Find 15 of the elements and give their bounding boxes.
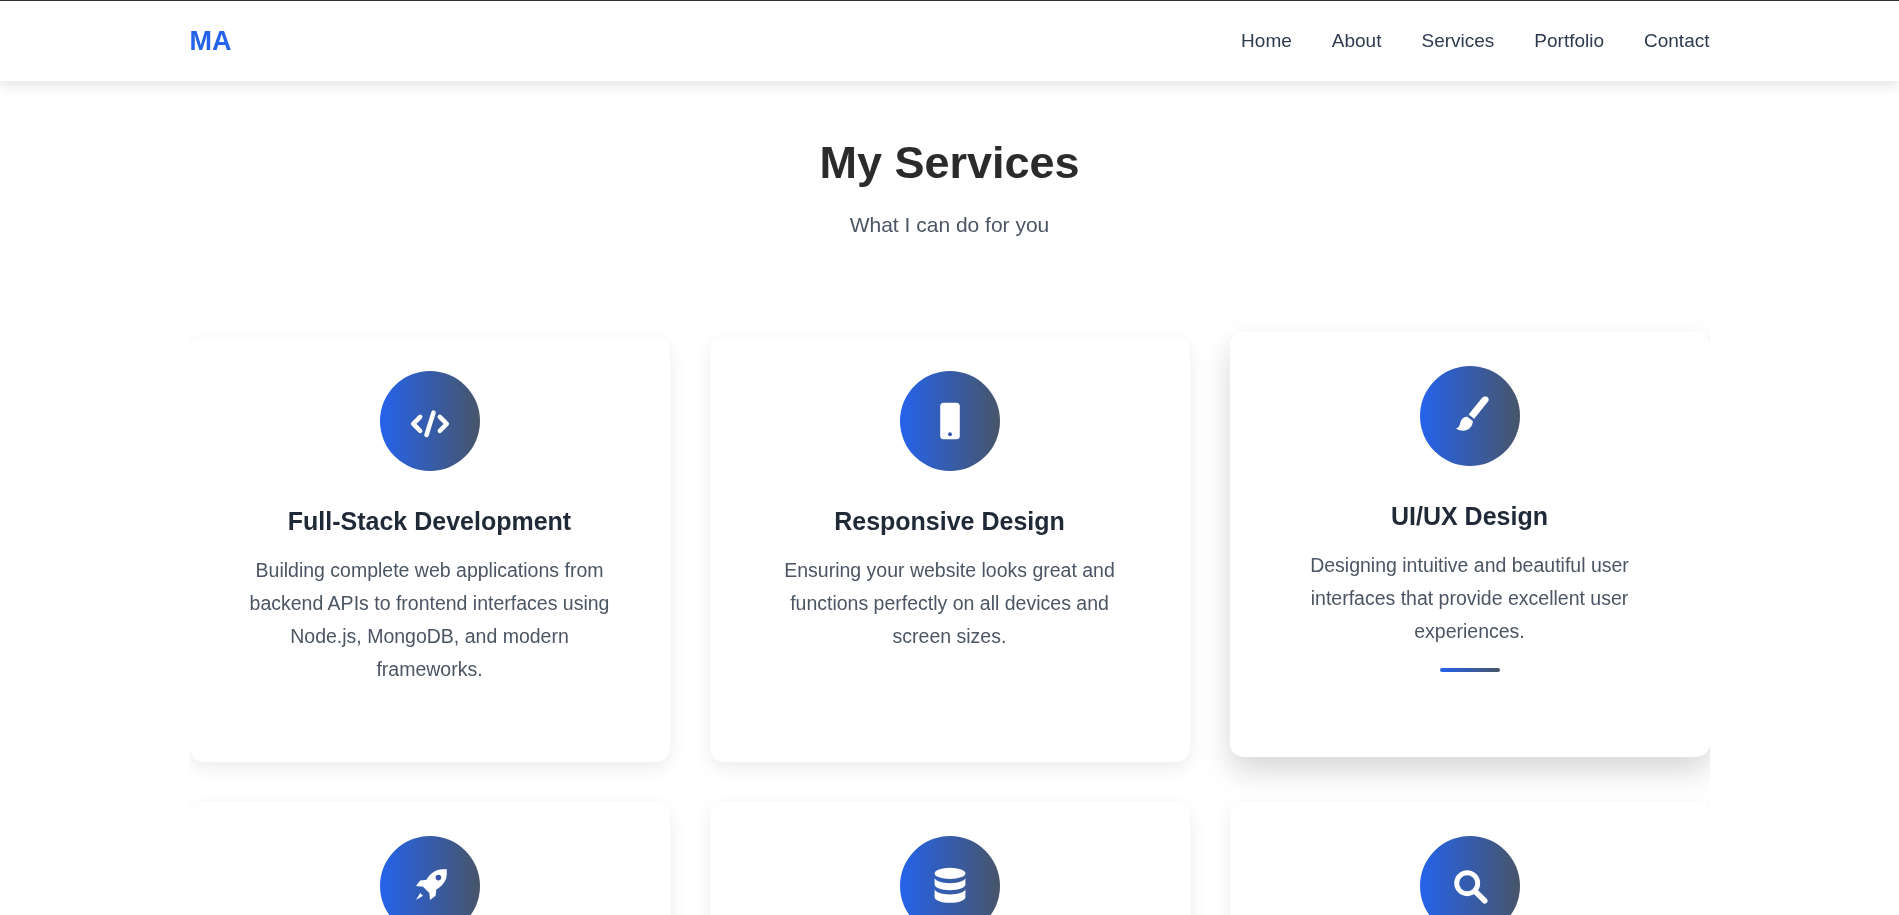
card-title: Full-Stack Development bbox=[287, 507, 572, 536]
card-description: Building complete web applications from backend APIs to frontend interfaces using Node.js, MongoDB, and modern frameworks. bbox=[248, 558, 611, 682]
card-description: Ensuring your website looks great and functions perfectly on all devices and screen sizes. bbox=[783, 558, 1116, 649]
card-title: UI/UX Design bbox=[1391, 502, 1548, 531]
logo[interactable]: MA bbox=[189, 25, 232, 57]
underline-bar bbox=[1439, 668, 1500, 672]
card-title: Responsive Design bbox=[834, 507, 1065, 536]
nav-link[interactable]: About bbox=[1331, 30, 1382, 52]
section-title: My Services bbox=[818, 137, 1081, 189]
section-subtitle: What I can do for you bbox=[848, 213, 1051, 237]
card-description: Designing intuitive and beautiful user interfaces that provide excellent user experiences. bbox=[1309, 553, 1630, 644]
nav-link[interactable]: Portfolio bbox=[1534, 30, 1604, 52]
nav-link[interactable]: Contact bbox=[1644, 30, 1710, 52]
nav-link[interactable]: Services bbox=[1421, 30, 1495, 52]
nav-link[interactable]: Home bbox=[1241, 30, 1292, 52]
